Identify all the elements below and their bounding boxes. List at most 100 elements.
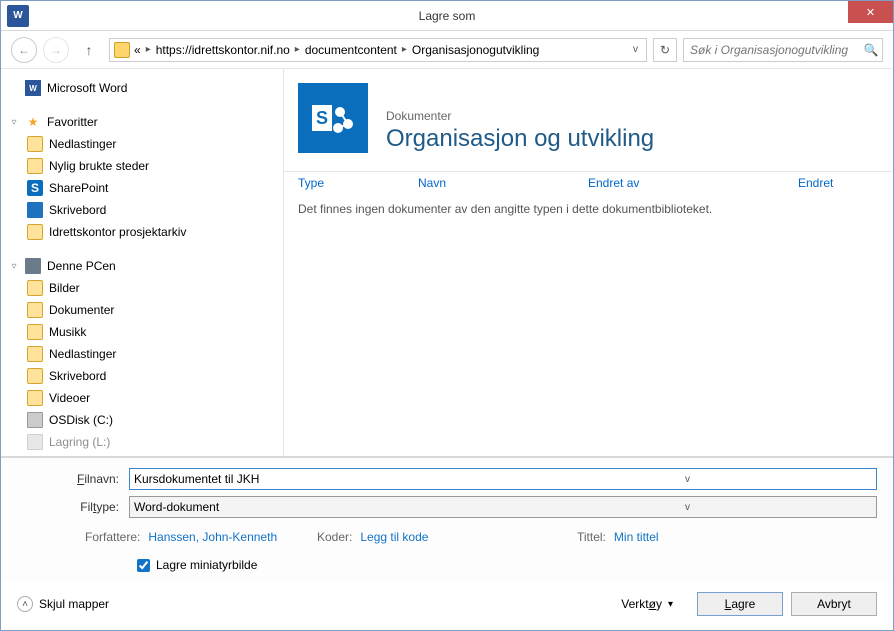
filetype-select[interactable]: Word-dokument v xyxy=(129,496,877,518)
filetype-value: Word-dokument xyxy=(134,500,503,514)
tree-label: Skrivebord xyxy=(49,369,106,383)
col-header-modified[interactable]: Endret xyxy=(798,176,879,190)
up-button[interactable]: ↑ xyxy=(79,40,99,60)
save-thumbnail-label[interactable]: Lagre miniatyrbilde xyxy=(156,558,257,572)
chevron-down-icon: ▾ xyxy=(668,599,673,610)
col-header-modified-by[interactable]: Endret av xyxy=(588,176,798,190)
tree-item-documents[interactable]: Dokumenter xyxy=(5,299,279,321)
tree-label: Videoer xyxy=(49,391,90,405)
tree-root-word[interactable]: W Microsoft Word xyxy=(5,77,279,99)
refresh-button[interactable]: ↻ xyxy=(653,38,677,62)
tree-label: Dokumenter xyxy=(49,303,114,317)
star-icon: ★ xyxy=(25,114,41,130)
empty-library-message: Det finnes ingen dokumenter av den angit… xyxy=(284,194,893,224)
svg-text:S: S xyxy=(316,108,328,128)
authors-value[interactable]: Hanssen, John-Kenneth xyxy=(148,530,277,544)
save-thumbnail-checkbox[interactable] xyxy=(137,559,150,572)
tree-label: Nedlastinger xyxy=(49,137,116,151)
tree-label: SharePoint xyxy=(49,181,108,195)
column-headers: Type Navn Endret av Endret xyxy=(284,172,893,194)
address-dropdown[interactable]: v xyxy=(629,44,642,55)
pc-icon xyxy=(25,258,41,274)
col-header-name[interactable]: Navn xyxy=(418,176,588,190)
bottom-bar: ˄ Skjul mapper VerktøyVerktøy ▾ LagreLag… xyxy=(1,582,893,630)
save-as-dialog: W Lagre som ✕ ← → ↑ « ▸ https://idrettsk… xyxy=(0,0,894,631)
tree-favorites[interactable]: ▿ ★ Favoritter xyxy=(5,111,279,133)
tree-label: Nylig brukte steder xyxy=(49,159,149,173)
address-bar[interactable]: « ▸ https://idrettskontor.nif.no ▸ docum… xyxy=(109,38,647,62)
tools-menu[interactable]: VerktøyVerktøy ▾ xyxy=(621,597,673,611)
save-form: FFilnavn:ilnavn: Kursdokumentet til JKH … xyxy=(1,457,893,582)
hide-folders-button[interactable]: ˄ Skjul mapper xyxy=(17,596,109,612)
tree-item-videos[interactable]: Videoer xyxy=(5,387,279,409)
codes-label: Koder: xyxy=(317,530,352,544)
tree-label: Musikk xyxy=(49,325,86,339)
folder-icon xyxy=(27,368,43,384)
collapse-icon[interactable]: ▿ xyxy=(9,261,19,272)
search-icon[interactable]: 🔍 xyxy=(860,39,882,61)
tree-item-project-archive[interactable]: Idrettskontor prosjektarkiv xyxy=(5,221,279,243)
tree-item-downloads-pc[interactable]: Nedlastinger xyxy=(5,343,279,365)
back-button[interactable]: ← xyxy=(11,37,37,63)
tree-label: Bilder xyxy=(49,281,80,295)
folder-icon xyxy=(27,346,43,362)
search-input[interactable] xyxy=(684,43,860,57)
word-app-icon: W xyxy=(7,5,29,27)
tree-label: OSDisk (C:) xyxy=(49,413,113,427)
tree-item-music[interactable]: Musikk xyxy=(5,321,279,343)
filename-value: Kursdokumentet til JKH xyxy=(134,472,503,486)
tree-item-sharepoint[interactable]: S SharePoint xyxy=(5,177,279,199)
breadcrumb-item[interactable]: Organisasjonogutvikling xyxy=(412,43,539,57)
title-value[interactable]: Min tittel xyxy=(614,530,659,544)
filename-label: FFilnavn:ilnavn: xyxy=(17,472,129,486)
tree-label: Skrivebord xyxy=(49,203,106,217)
disk-icon xyxy=(27,412,43,428)
tree-item-pictures[interactable]: Bilder xyxy=(5,277,279,299)
cancel-button[interactable]: Avbryt xyxy=(791,592,877,616)
forward-button[interactable]: → xyxy=(43,37,69,63)
filename-input[interactable]: Kursdokumentet til JKH v xyxy=(129,468,877,490)
tools-label: VerktøyVerktøy xyxy=(621,597,662,611)
folder-icon xyxy=(27,224,43,240)
title-label: Tittel: xyxy=(577,530,606,544)
tree-item-downloads[interactable]: Nedlastinger xyxy=(5,133,279,155)
tree-item-desktop-pc[interactable]: Skrivebord xyxy=(5,365,279,387)
folder-icon xyxy=(27,324,43,340)
codes-add-link[interactable]: Legg til kode xyxy=(360,530,428,544)
chevron-right-icon[interactable]: ▸ xyxy=(295,44,300,55)
folder-icon xyxy=(27,136,43,152)
close-button[interactable]: ✕ xyxy=(848,1,893,23)
content-pane: S Dokumenter Organisasjon og utvikling T… xyxy=(284,69,893,456)
desktop-icon xyxy=(27,202,43,218)
tree-item-storage[interactable]: Lagring (L:) xyxy=(5,431,279,453)
tree-label: Denne PCen xyxy=(47,259,116,273)
navigation-tree[interactable]: W Microsoft Word ▿ ★ Favoritter Nedlasti… xyxy=(1,69,284,456)
nav-bar: ← → ↑ « ▸ https://idrettskontor.nif.no ▸… xyxy=(1,31,893,69)
tree-item-osdisk[interactable]: OSDisk (C:) xyxy=(5,409,279,431)
tree-item-desktop[interactable]: Skrivebord xyxy=(5,199,279,221)
chevron-right-icon[interactable]: ▸ xyxy=(146,44,151,55)
search-box[interactable]: 🔍 xyxy=(683,38,883,62)
folder-icon xyxy=(27,390,43,406)
tree-this-pc[interactable]: ▿ Denne PCen xyxy=(5,255,279,277)
sharepoint-logo: S xyxy=(298,83,368,153)
breadcrumb-item[interactable]: documentcontent xyxy=(305,43,397,57)
collapse-icon[interactable]: ▿ xyxy=(9,117,19,128)
breadcrumb-item[interactable]: https://idrettskontor.nif.no xyxy=(156,43,290,57)
chevron-right-icon[interactable]: ▸ xyxy=(402,44,407,55)
save-button[interactable]: LagreLagre xyxy=(697,592,783,616)
chevron-down-icon[interactable]: v xyxy=(503,502,872,513)
folder-icon xyxy=(27,280,43,296)
tree-label: Microsoft Word xyxy=(47,81,127,95)
chevron-up-icon: ˄ xyxy=(17,596,33,612)
tree-item-recent[interactable]: Nylig brukte steder xyxy=(5,155,279,177)
folder-icon xyxy=(27,302,43,318)
tree-label: Lagring (L:) xyxy=(49,435,110,449)
window-title: Lagre som xyxy=(1,9,893,23)
word-doc-icon: W xyxy=(25,80,41,96)
filetype-label: Filtype: xyxy=(17,500,129,514)
authors-label: Forfattere: xyxy=(85,530,140,544)
chevron-down-icon[interactable]: v xyxy=(503,474,872,485)
col-header-type[interactable]: Type xyxy=(298,176,418,190)
tree-label: Nedlastinger xyxy=(49,347,116,361)
